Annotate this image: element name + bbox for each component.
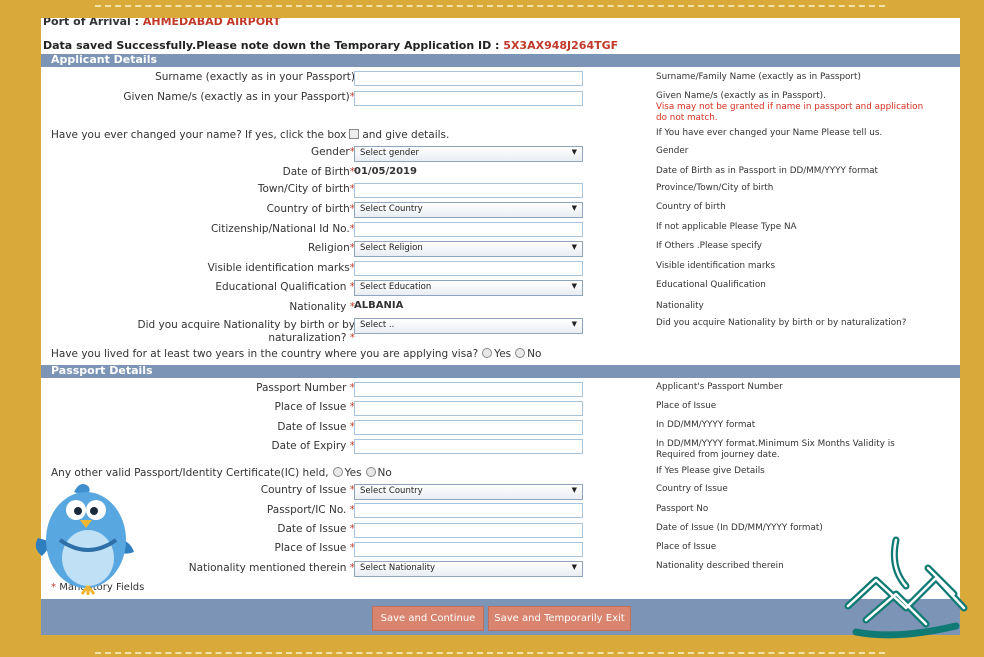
education-hint: Educational Qualification bbox=[656, 280, 766, 290]
ic-nationality-hint: Nationality described therein bbox=[656, 561, 784, 571]
dob-label: Date of Birth* bbox=[282, 166, 355, 178]
ic-country-select[interactable]: Select Country ▼ bbox=[354, 484, 583, 500]
date-of-issue-input[interactable] bbox=[354, 420, 583, 435]
chevron-down-icon: ▼ bbox=[571, 282, 577, 290]
date-of-expiry-hint-2: Required from journey date. bbox=[656, 450, 780, 460]
nationality-value: ALBANIA bbox=[354, 300, 404, 311]
education-label: Educational Qualification * bbox=[215, 281, 355, 293]
passport-number-label: Passport Number * bbox=[256, 382, 355, 394]
education-select[interactable]: Select Education ▼ bbox=[354, 280, 583, 296]
citizenship-input[interactable] bbox=[354, 222, 583, 237]
ic-number-input[interactable] bbox=[354, 503, 583, 518]
chevron-down-icon: ▼ bbox=[571, 204, 577, 212]
passport-number-hint: Applicant's Passport Number bbox=[656, 382, 783, 392]
surname-input[interactable] bbox=[354, 71, 583, 86]
marks-label: Visible identification marks* bbox=[207, 262, 355, 274]
citizenship-hint: If not applicable Please Type NA bbox=[656, 222, 797, 232]
port-of-arrival: Port of Arrival : AHMEDABAD AIRPORT bbox=[43, 18, 281, 28]
marks-input[interactable] bbox=[354, 261, 583, 276]
lived-two-years-question: Have you lived for at least two years in… bbox=[51, 348, 542, 360]
place-of-issue-label: Place of Issue * bbox=[274, 401, 355, 413]
calligraphy-logo-icon bbox=[844, 536, 968, 639]
gender-select[interactable]: Select gender ▼ bbox=[354, 146, 583, 162]
ic-date-of-issue-hint: Date of Issue (In DD/MM/YYYY format) bbox=[656, 523, 823, 533]
chevron-down-icon: ▼ bbox=[571, 320, 577, 328]
ic-number-label: Passport/IC No. * bbox=[266, 504, 355, 516]
changed-name-checkbox[interactable] bbox=[349, 129, 360, 139]
chevron-down-icon: ▼ bbox=[571, 486, 577, 494]
bird-mascot-icon bbox=[35, 484, 134, 595]
save-continue-button[interactable]: Save and Continue bbox=[372, 606, 484, 631]
gender-hint: Gender bbox=[656, 146, 689, 156]
ic-nationality-label: Nationality mentioned therein * bbox=[188, 562, 355, 574]
changed-name-question: Have you ever changed your name? If yes,… bbox=[51, 129, 450, 141]
acquire-nationality-hint: Did you acquire Nationality by birth or … bbox=[656, 318, 907, 328]
passport-number-input[interactable] bbox=[354, 382, 583, 397]
town-hint: Province/Town/City of birth bbox=[656, 183, 774, 193]
changed-name-hint: If You have ever changed your Name Pleas… bbox=[656, 128, 883, 138]
ic-date-of-issue-label: Date of Issue * bbox=[277, 523, 355, 535]
other-passport-yes-radio[interactable] bbox=[332, 467, 343, 477]
bottom-dashed-border bbox=[95, 652, 885, 654]
date-of-expiry-hint-1: In DD/MM/YYYY format.Minimum Six Months … bbox=[656, 439, 895, 449]
country-birth-hint: Country of birth bbox=[656, 202, 726, 212]
chevron-down-icon: ▼ bbox=[571, 243, 577, 251]
date-of-issue-hint: In DD/MM/YYYY format bbox=[656, 420, 756, 430]
ic-place-input[interactable] bbox=[354, 542, 583, 557]
save-exit-button[interactable]: Save and Temporarily Exit bbox=[488, 606, 631, 631]
religion-select[interactable]: Select Religion ▼ bbox=[354, 241, 583, 257]
town-label: Town/City of birth* bbox=[257, 183, 355, 195]
date-of-expiry-input[interactable] bbox=[354, 439, 583, 454]
ic-date-of-issue-input[interactable] bbox=[354, 523, 583, 538]
dob-value: 01/05/2019 bbox=[354, 166, 417, 177]
given-name-input[interactable] bbox=[354, 91, 583, 106]
acquire-nationality-label: Did you acquire Nationality by birth or … bbox=[137, 319, 356, 344]
ic-country-hint: Country of Issue bbox=[656, 484, 728, 494]
dob-hint: Date of Birth as in Passport in DD/MM/YY… bbox=[656, 166, 879, 176]
other-passport-no-radio[interactable] bbox=[365, 467, 376, 477]
ic-country-label: Country of Issue * bbox=[260, 484, 355, 496]
given-name-label: Given Name/s (exactly as in your Passpor… bbox=[123, 91, 355, 103]
gender-label: Gender* bbox=[311, 146, 355, 158]
surname-hint: Surname/Family Name (exactly as in Passp… bbox=[656, 72, 861, 82]
religion-label: Religion* bbox=[307, 242, 355, 254]
visa-form-panel: Port of Arrival : AHMEDABAD AIRPORT Data… bbox=[41, 18, 960, 635]
town-input[interactable] bbox=[354, 183, 583, 198]
ic-nationality-select[interactable]: Select Nationality ▼ bbox=[354, 561, 583, 577]
nationality-hint: Nationality bbox=[656, 301, 704, 311]
section-applicant-details: Applicant Details bbox=[41, 53, 960, 67]
chevron-down-icon: ▼ bbox=[571, 148, 577, 156]
other-passport-hint: If Yes Please give Details bbox=[656, 466, 765, 476]
given-name-hint-2: Visa may not be granted if name in passp… bbox=[656, 102, 924, 112]
religion-hint: If Others .Please specify bbox=[656, 241, 762, 251]
citizenship-label: Citizenship/National Id No.* bbox=[210, 223, 355, 235]
top-dashed-border bbox=[95, 5, 885, 7]
country-birth-label: Country of birth* bbox=[266, 203, 355, 215]
chevron-down-icon: ▼ bbox=[571, 563, 577, 571]
place-of-issue-hint: Place of Issue bbox=[656, 401, 717, 411]
ic-number-hint: Passport No bbox=[656, 504, 709, 514]
given-name-hint-3: do not match. bbox=[656, 113, 718, 123]
place-of-issue-input[interactable] bbox=[354, 401, 583, 416]
ic-place-hint: Place of Issue bbox=[656, 542, 717, 552]
date-of-expiry-label: Date of Expiry * bbox=[271, 440, 355, 452]
save-status-message: Data saved Successfully.Please note down… bbox=[43, 39, 619, 52]
temp-application-id: 5X3AX948J264TGF bbox=[503, 39, 619, 52]
country-birth-select[interactable]: Select Country ▼ bbox=[354, 202, 583, 218]
marks-hint: Visible identification marks bbox=[656, 261, 776, 271]
lived-yes-radio[interactable] bbox=[482, 348, 493, 358]
acquire-nationality-select[interactable]: Select .. ▼ bbox=[354, 318, 583, 334]
nationality-label: Nationality * bbox=[289, 301, 355, 313]
given-name-hint-1: Given Name/s (exactly as in Passport). bbox=[656, 91, 826, 101]
lived-no-radio[interactable] bbox=[515, 348, 526, 358]
ic-place-label: Place of Issue * bbox=[274, 542, 355, 554]
section-passport-details: Passport Details bbox=[41, 364, 960, 378]
date-of-issue-label: Date of Issue * bbox=[277, 421, 355, 433]
surname-label: Surname (exactly as in your Passport) bbox=[155, 71, 355, 83]
